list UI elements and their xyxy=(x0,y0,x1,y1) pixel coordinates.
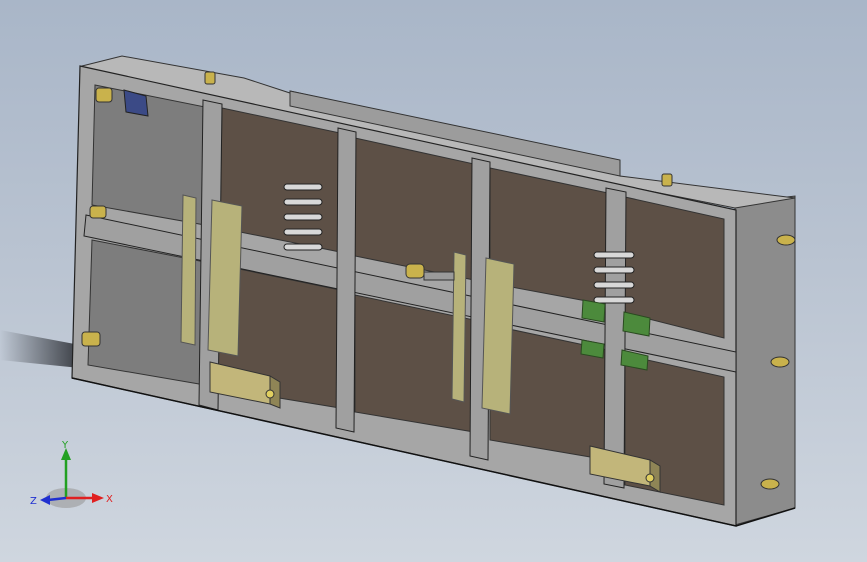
bracket-2 xyxy=(207,199,243,357)
coordinate-triad: Y X Z xyxy=(30,440,113,508)
graphics-viewport[interactable]: Y X Z xyxy=(0,0,867,562)
post-4 xyxy=(603,187,627,489)
x-axis-arrow xyxy=(92,493,104,503)
x-axis-label: X xyxy=(106,494,113,505)
y-axis-label: Y xyxy=(61,440,69,451)
bracket-1 xyxy=(180,194,197,346)
z-axis-arrow xyxy=(40,495,50,505)
z-axis-label: Z xyxy=(30,496,37,507)
post-2 xyxy=(335,127,357,433)
ground-shadow xyxy=(0,330,80,368)
cabinet-3d-model[interactable] xyxy=(0,0,867,562)
bracket-4 xyxy=(481,257,515,415)
